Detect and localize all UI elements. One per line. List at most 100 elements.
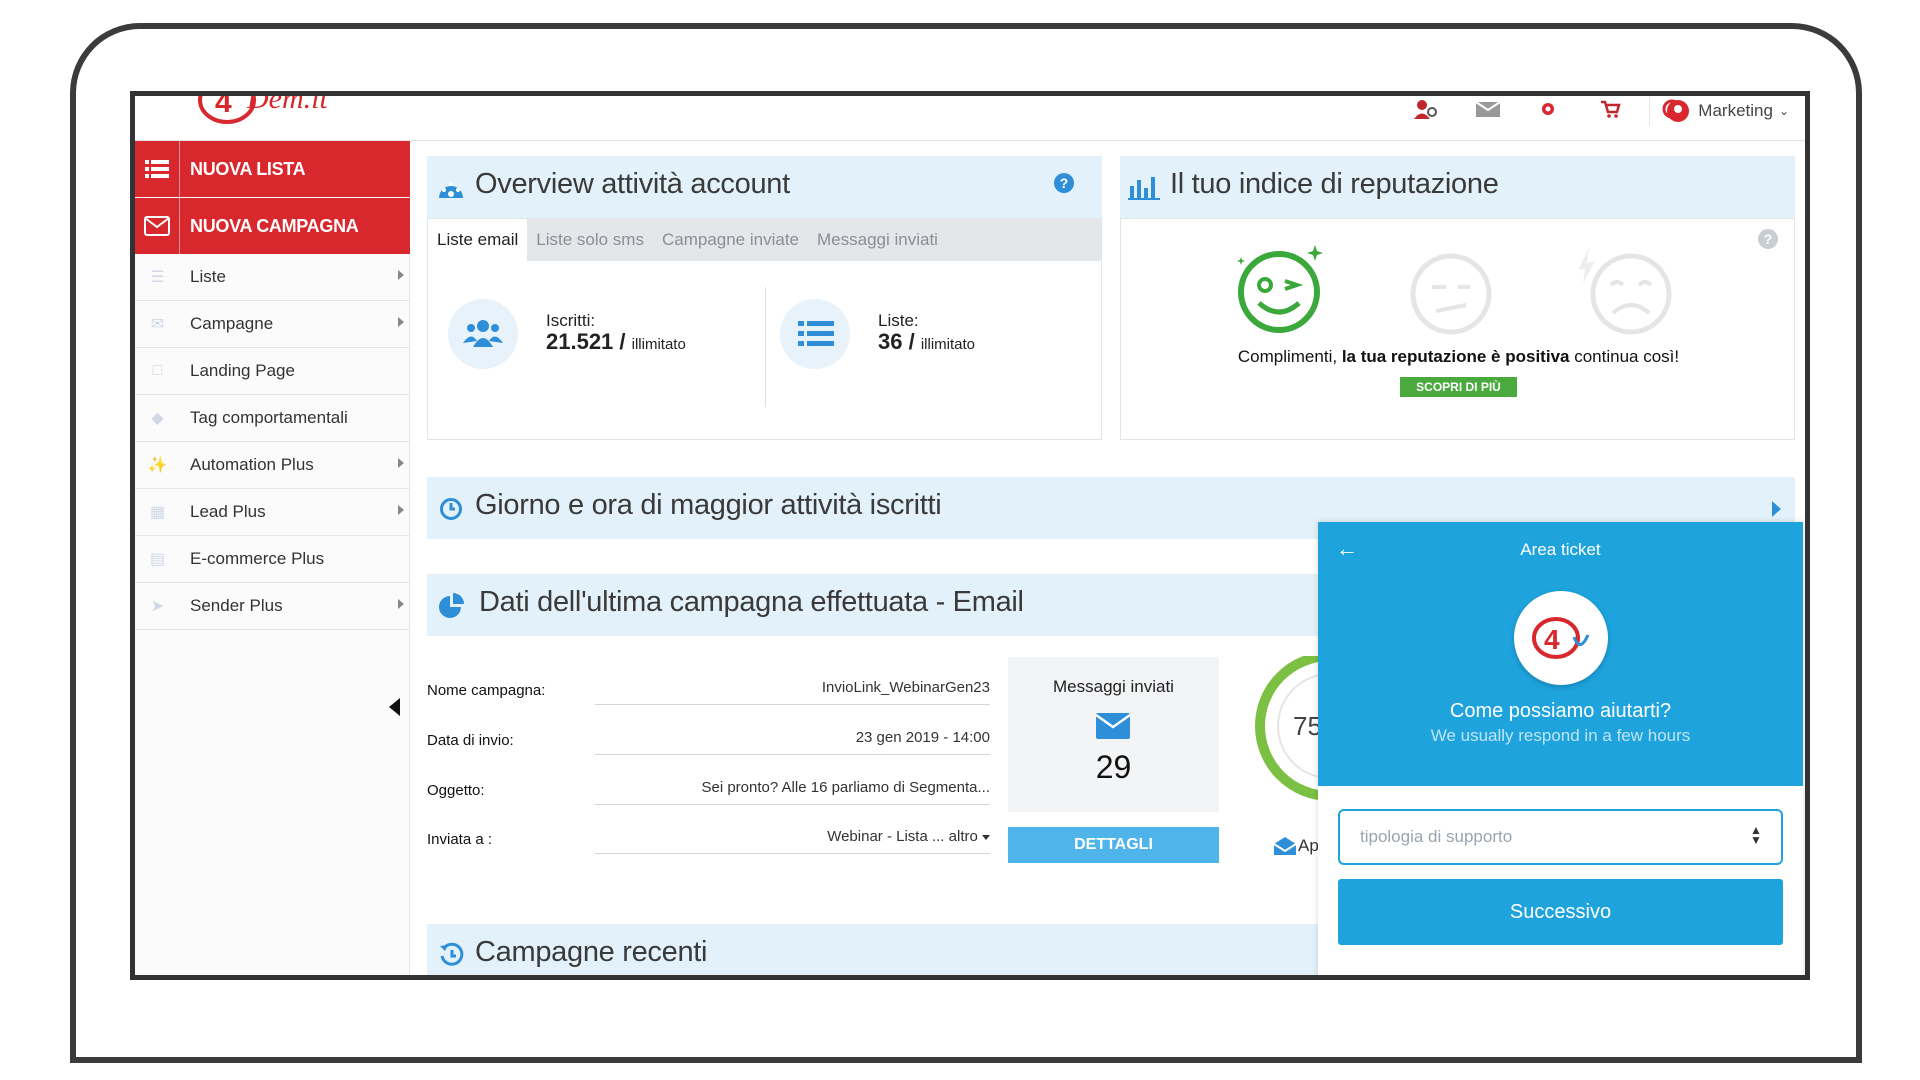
page-icon: □ [152, 362, 163, 379]
avatar [1667, 100, 1690, 122]
subscribers-icon-circle [448, 299, 518, 369]
tab-campagne-inviate[interactable]: Campagne inviate [653, 219, 808, 261]
lists-label: Liste: [878, 311, 919, 330]
bar-chart-icon [1128, 177, 1160, 200]
send-icon: ➤ [150, 598, 165, 615]
reputation-panel-header: Il tuo indice di reputazione [1120, 156, 1795, 218]
next-button[interactable]: Successivo [1338, 879, 1783, 945]
new-list-button[interactable]: NUOVA LISTA [135, 141, 410, 197]
gear-icon[interactable] [1537, 99, 1561, 119]
learn-more-button[interactable]: SCOPRI DI PIÙ [1400, 377, 1517, 397]
lists-icon-circle [780, 299, 850, 369]
campaign-name-label: Nome campagna: [427, 682, 546, 699]
tab-liste-solo-sms[interactable]: Liste solo sms [527, 219, 653, 261]
chevron-right-icon [398, 505, 404, 515]
user-search-icon[interactable] [1413, 99, 1437, 119]
row-divider [595, 853, 990, 854]
clock-icon [440, 498, 462, 520]
send-date-label: Data di invio: [427, 732, 514, 749]
sent-to-value[interactable]: Webinar - Lista ... altro [595, 828, 990, 845]
sidebar-collapse-icon[interactable] [389, 698, 400, 716]
ticket-headline: Come possiamo aiutarti? [1449, 700, 1672, 722]
chevron-down-icon: ⌄ [1778, 104, 1789, 118]
last-campaign-title: Dati dell'ultima campagna effettuata - E… [479, 586, 1024, 618]
lists-count: 36 / [878, 329, 915, 354]
support-type-placeholder: tipologia di supporto [1360, 827, 1513, 846]
tab-messaggi-inviati[interactable]: Messaggi inviati [808, 219, 947, 261]
sidebar-item-ecommerce-plus[interactable]: ▤ E-commerce Plus [135, 536, 410, 583]
chevron-right-icon [398, 317, 404, 327]
sent-to-label: Inviata a : [427, 831, 493, 848]
sidebar-item-label: Liste [190, 267, 226, 286]
sidebar-item-label: Campagne [190, 314, 274, 333]
sent-messages-box: Messaggi inviati 29 [1008, 657, 1219, 812]
happy-face-icon [1237, 245, 1323, 333]
sad-face-icon [1579, 247, 1672, 335]
list-icon [135, 141, 180, 197]
profile-menu[interactable]: Marketing ⌄ [1649, 96, 1789, 126]
chevron-right-icon [398, 599, 404, 609]
row-divider [595, 804, 990, 805]
device-frame-bottom [70, 1057, 1862, 1063]
cart-icon: ▤ [149, 551, 166, 568]
reputation-title: Il tuo indice di reputazione [1170, 168, 1499, 200]
subject-value: Sei pronto? Alle 16 parliamo di Segmenta… [701, 779, 990, 796]
send-date-value: 23 gen 2019 - 14:00 [855, 729, 990, 746]
neutral-face-icon [1410, 253, 1492, 335]
reputation-message-bold: la tua reputazione è positiva [1341, 347, 1570, 366]
sidebar-item-automation-plus[interactable]: ✨ Automation Plus [135, 442, 410, 489]
details-button[interactable]: DETTAGLI [1008, 827, 1219, 863]
subject-label: Oggetto: [427, 782, 485, 799]
chevron-right-icon [398, 458, 404, 468]
envelope-icon [1096, 713, 1130, 739]
help-icon[interactable]: ? [1758, 229, 1778, 249]
row-divider [595, 754, 990, 755]
overview-panel-header: Overview attività account ? [427, 156, 1102, 218]
subscribers-limit: illimitato [631, 336, 686, 353]
ticket-header: ← Area ticket 4 Come possiamo aiutarti? … [1318, 522, 1803, 786]
sidebar-item-label: Tag comportamentali [190, 408, 348, 427]
sidebar-item-tag-comportamentali[interactable]: ◆ Tag comportamentali [135, 395, 410, 442]
sidebar-item-label: Landing Page [190, 361, 295, 380]
help-icon[interactable]: ? [1054, 173, 1074, 193]
profile-label: Marketing [1698, 101, 1773, 120]
sidebar-item-campagne[interactable]: ✉ Campagne [135, 301, 410, 348]
sidebar-item-label: Automation Plus [190, 455, 314, 474]
overview-tabs: Liste email Liste solo sms Campagne invi… [428, 219, 1101, 261]
activity-title: Giorno e ora di maggior attività iscritt… [475, 489, 942, 521]
cart-icon[interactable] [1599, 99, 1623, 119]
ticket-subline: We usually respond in a few hours [1430, 726, 1691, 745]
brand-logo-icon: 4 [1532, 617, 1590, 659]
new-campaign-label: NUOVA CAMPAGNA [190, 215, 359, 236]
tab-liste-email[interactable]: Liste email [428, 219, 528, 261]
ticket-logo: 4 [1514, 591, 1608, 685]
sidebar-item-sender-plus[interactable]: ➤ Sender Plus [135, 583, 410, 630]
sidebar-item-landing-page[interactable]: □ Landing Page [135, 348, 410, 395]
new-campaign-button[interactable]: NUOVA CAMPAGNA [135, 198, 410, 254]
chevron-right-icon [398, 270, 404, 280]
subscribers-value: 21.521 / illimitato [546, 329, 686, 355]
reputation-message-post: continua così! [1574, 347, 1680, 366]
sidebar: NUOVA LISTA NUOVA CAMPAGNA ☰ Liste ✉ Cam… [135, 141, 410, 975]
sidebar-item-liste[interactable]: ☰ Liste [135, 254, 410, 301]
svg-text:4: 4 [215, 91, 232, 119]
mail-icon[interactable] [1475, 99, 1501, 119]
expand-icon[interactable] [1772, 501, 1781, 517]
lists-value: 36 / illimitato [878, 329, 975, 355]
sidebar-item-label: Sender Plus [190, 596, 283, 615]
support-type-select[interactable]: tipologia di supporto ▲ ▼ [1338, 809, 1783, 865]
sent-messages-count: 29 [1095, 749, 1132, 785]
magic-icon: ✨ [147, 457, 168, 474]
gauge-caption: Ap [1298, 836, 1319, 855]
history-icon [440, 942, 464, 966]
reputation-card: ? Complimenti, la tua reputazione è posi… [1120, 218, 1795, 440]
stat-divider [765, 287, 766, 407]
brand-logo[interactable]: 4 Dem.it [197, 91, 357, 127]
campaign-name-value: InvioLink_WebinarGen23 [821, 679, 990, 696]
open-envelope-icon [1273, 837, 1297, 855]
top-bar: 4 Dem.it Marketing ⌄ [135, 96, 1805, 141]
sent-messages-title: Messaggi inviati [1053, 677, 1174, 696]
app-screen: 4 Dem.it Marketing ⌄ NUOVA LISTA NUOVA C… [130, 91, 1810, 980]
envelope-icon: ✉ [150, 316, 165, 333]
sidebar-item-lead-plus[interactable]: ▦ Lead Plus [135, 489, 410, 536]
